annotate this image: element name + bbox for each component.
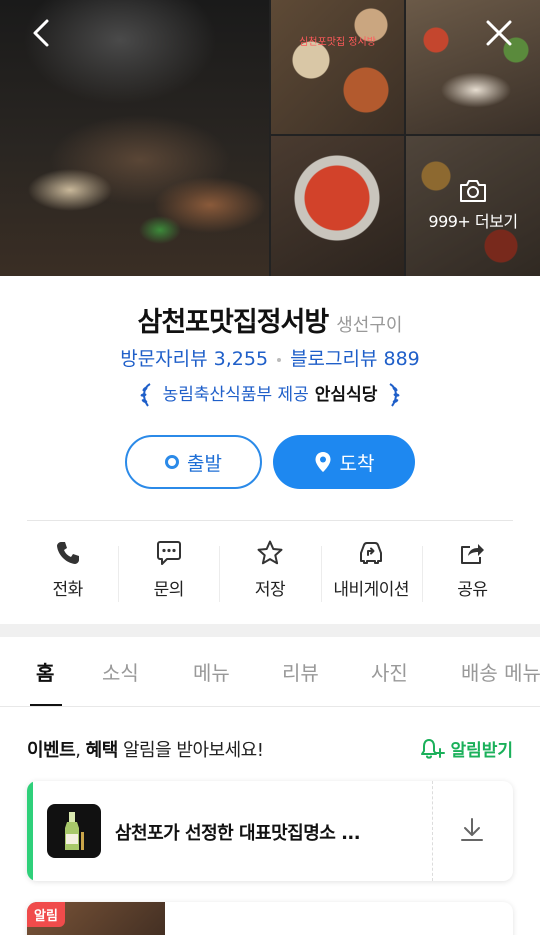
action-bar: 전화 문의 저장 내비게이션 공유	[17, 536, 523, 606]
notice-bold-event: 이벤트	[27, 740, 76, 761]
phone-icon	[56, 542, 79, 564]
depart-label: 출발	[187, 452, 222, 475]
inquiry-label: 문의	[153, 580, 185, 600]
star-icon	[257, 540, 283, 565]
subscribe-alert-button[interactable]: 알림받기	[420, 736, 513, 761]
tab-reviews[interactable]: 리뷰	[282, 657, 319, 686]
notification-text: 이벤트, 혜택 알림을 받아보세요!	[27, 740, 264, 761]
card-accent-bar	[27, 781, 33, 881]
tab-home[interactable]: 홈	[36, 657, 54, 686]
badge-name: 안심식당	[314, 385, 378, 405]
place-detail-page: 심천포맛집 정서방 999+ 더보기 삼천포맛집정서방 생선구이 방문자리뷰 3,…	[0, 0, 540, 935]
tab-photos[interactable]: 사진	[371, 657, 408, 686]
call-label: 전화	[52, 580, 83, 600]
laurel-right-icon	[389, 383, 400, 407]
navigation-label: 내비게이션	[333, 580, 410, 600]
inquiry-button[interactable]: 문의	[118, 536, 219, 606]
origin-dot-icon	[165, 455, 180, 469]
location-pin-icon	[315, 452, 331, 472]
laurel-left-icon	[140, 383, 151, 407]
navigation-button[interactable]: 내비게이션	[320, 536, 422, 606]
card-divider	[432, 781, 433, 881]
call-button[interactable]: 전화	[17, 536, 118, 606]
notice-comma: ,	[75, 740, 86, 761]
more-photos-label: 999+ 더보기	[428, 212, 518, 231]
share-label: 공유	[457, 580, 488, 600]
close-icon[interactable]	[484, 18, 514, 48]
wine-bottle-icon	[65, 812, 84, 850]
visitor-reviews-link[interactable]: 방문자리뷰 3,255	[120, 348, 268, 370]
camera-icon	[460, 180, 486, 202]
card-thumbnail	[47, 804, 101, 858]
download-icon[interactable]	[457, 815, 487, 845]
separator-dot	[277, 357, 282, 362]
place-category: 생선구이	[336, 315, 403, 336]
bell-plus-icon	[421, 738, 446, 759]
subscribe-label: 알림받기	[450, 741, 513, 761]
place-title-row: 삼천포맛집정서방 생선구이	[0, 300, 540, 339]
arrive-label: 도착	[339, 452, 375, 475]
badge-provider: 농림축산식품부 제공	[162, 385, 309, 405]
notice-rest: 알림을 받아보세요!	[117, 740, 264, 761]
back-arrow-icon[interactable]	[28, 18, 54, 48]
notification-prompt: 이벤트, 혜택 알림을 받아보세요! 알림받기	[27, 736, 513, 762]
place-name: 삼천포맛집정서방	[137, 307, 330, 338]
photo-thumb-3[interactable]	[271, 136, 404, 276]
section-gap	[0, 624, 540, 637]
share-icon	[461, 544, 485, 564]
review-counts: 방문자리뷰 3,255 블로그리뷰 889	[0, 344, 540, 371]
safe-restaurant-badge[interactable]: 농림축산식품부 제공 안심식당	[0, 380, 540, 408]
tab-news[interactable]: 소식	[102, 657, 139, 686]
photo-watermark-text: 심천포맛집 정서방	[299, 37, 376, 48]
tab-bar: 홈 소식 메뉴 리뷰 사진 배송 메뉴	[0, 637, 540, 707]
more-photos-button[interactable]: 999+ 더보기	[406, 172, 540, 242]
tab-delivery-menu[interactable]: 배송 메뉴	[461, 657, 540, 686]
notice-bold-benefit: 혜택	[85, 740, 119, 761]
notice-badge: 알림	[27, 902, 65, 927]
divider	[27, 520, 513, 521]
chat-icon	[156, 541, 181, 565]
tab-menu[interactable]: 메뉴	[193, 657, 230, 686]
notice-post-card[interactable]: 알림	[27, 902, 513, 935]
photo-grid[interactable]: 심천포맛집 정서방 999+ 더보기	[0, 0, 540, 276]
active-tab-indicator	[30, 704, 62, 706]
featured-notice-card[interactable]: 삼천포가 선정한 대표맛집명소 ...	[27, 781, 513, 881]
photo-thumb-2[interactable]	[406, 0, 540, 134]
share-button[interactable]: 공유	[421, 536, 523, 606]
save-label: 저장	[254, 580, 286, 600]
save-button[interactable]: 저장	[219, 536, 320, 606]
depart-button[interactable]: 출발	[125, 435, 262, 489]
card-title: 삼천포가 선정한 대표맛집명소 ...	[115, 823, 361, 844]
navigation-car-icon	[360, 542, 383, 564]
blog-reviews-link[interactable]: 블로그리뷰 889	[290, 348, 420, 370]
photo-thumb-1[interactable]: 심천포맛집 정서방	[271, 0, 404, 134]
arrive-button[interactable]: 도착	[273, 435, 415, 489]
